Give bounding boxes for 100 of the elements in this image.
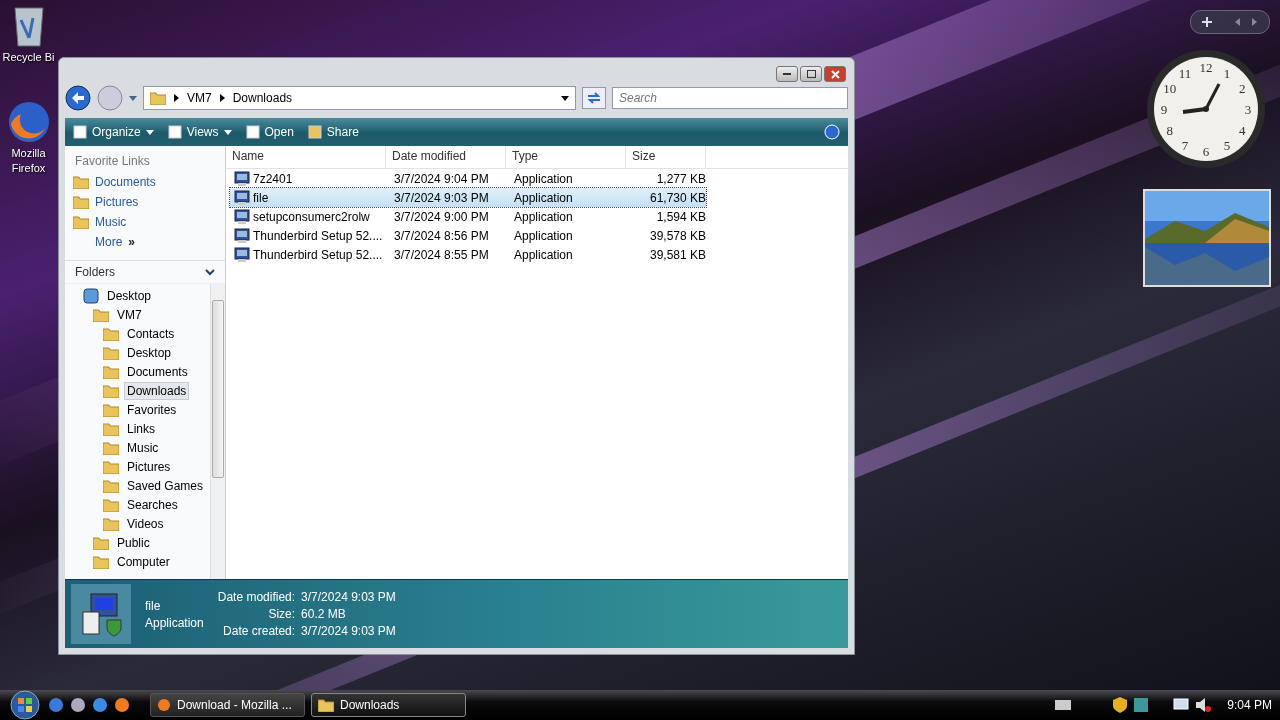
quick-launch-icon[interactable] <box>48 697 64 713</box>
clock-numeral: 9 <box>1160 102 1168 117</box>
folder-icon <box>93 535 109 550</box>
folder-icon <box>103 459 119 474</box>
tree-item[interactable]: Searches <box>124 495 181 514</box>
muted-speaker-icon[interactable] <box>1195 697 1212 713</box>
quick-launch-icon[interactable] <box>114 697 130 713</box>
folder-icon <box>103 516 119 531</box>
favorite-link[interactable]: Documents <box>65 172 225 192</box>
property-value: 3/7/2024 9:03 PM <box>301 624 396 638</box>
file-row[interactable]: file 3/7/2024 9:03 PM Application 61,730 KB <box>230 188 706 207</box>
tree-item[interactable]: Favorites <box>124 400 180 419</box>
taskbar-button[interactable]: Downloads <box>311 693 466 717</box>
command-icon <box>307 125 322 139</box>
tree-item[interactable]: Contacts <box>124 324 178 343</box>
file-row[interactable]: Thunderbird Setup 52.... 3/7/2024 8:55 PM Application 39,581 KB <box>230 245 706 264</box>
clock-numeral: 6 <box>1202 144 1210 159</box>
table-cell-text: Application <box>513 209 574 224</box>
column-header[interactable]: Date modified <box>386 146 506 168</box>
folder-icon <box>93 307 109 322</box>
application-icon <box>234 170 250 187</box>
application-icon <box>234 208 250 225</box>
tree-item[interactable]: Videos <box>124 514 167 533</box>
file-name: file <box>145 598 162 613</box>
folder-icon <box>103 326 119 341</box>
clock-numeral: 2 <box>1239 81 1246 96</box>
desktop-icon <box>83 287 99 304</box>
command-icon <box>73 125 87 139</box>
search-field[interactable]: Search <box>612 87 848 109</box>
scrollbar[interactable] <box>210 284 225 579</box>
clock-numeral: 4 <box>1239 123 1246 138</box>
toolbar-button[interactable]: Share <box>307 125 359 139</box>
table-cell-text: Application <box>513 171 574 186</box>
close-icon <box>830 69 840 79</box>
file-row[interactable]: 7z2401 3/7/2024 9:04 PM Application 1,277 KB <box>230 169 706 188</box>
address-bar[interactable]: VM7 Downloads <box>143 86 576 110</box>
breadcrumb[interactable]: VM7 <box>187 91 212 105</box>
forward-button[interactable] <box>97 85 123 111</box>
tree-item[interactable]: Links <box>124 419 158 438</box>
keyboard-icon[interactable] <box>1055 700 1072 710</box>
table-cell-text: 3/7/2024 9:03 PM <box>393 190 490 205</box>
refresh-button[interactable] <box>582 87 606 109</box>
toolbar-button[interactable]: Views <box>167 125 232 139</box>
folder-icon <box>103 497 119 512</box>
favorite-link[interactable]: Music <box>65 212 225 232</box>
start-button[interactable] <box>8 690 42 720</box>
application-icon <box>234 246 250 263</box>
folder-icon <box>103 364 119 379</box>
tree-item[interactable]: Documents <box>124 362 191 381</box>
tree-item[interactable]: Public <box>114 533 153 552</box>
more-link[interactable]: More » <box>65 232 225 252</box>
file-row[interactable]: setupconsumerc2rolw 3/7/2024 9:00 PM Application 1,594 KB <box>230 207 706 226</box>
column-header[interactable]: Name <box>226 146 386 168</box>
monitor-icon[interactable] <box>1173 697 1190 713</box>
browser-icon[interactable] <box>6 100 51 144</box>
caret-icon <box>561 95 569 101</box>
shield-icon[interactable] <box>1113 697 1128 713</box>
maximize-icon <box>806 70 816 78</box>
tree-item[interactable]: Saved Games <box>124 476 207 495</box>
application-icon <box>234 227 250 244</box>
table-cell-text: Application <box>513 190 574 205</box>
tree-item[interactable]: Computer <box>114 552 173 571</box>
toolbar-button[interactable]: Organize <box>73 125 154 139</box>
taskbar-button[interactable]: Download - Mozilla ... <box>150 693 305 717</box>
toolbar-button[interactable]: Open <box>245 125 294 139</box>
table-cell-text: 61,730 KB <box>648 190 707 205</box>
tree-item[interactable]: Pictures <box>124 457 174 476</box>
table-cell-text: 3/7/2024 8:55 PM <box>393 247 490 262</box>
folder-icon <box>73 175 89 189</box>
folder-icon <box>103 402 119 417</box>
property-value: 3/7/2024 9:03 PM <box>301 590 396 604</box>
plus-icon[interactable] <box>1202 17 1212 27</box>
application-icon <box>234 189 250 206</box>
minimize-icon <box>783 72 791 76</box>
file-row[interactable]: Thunderbird Setup 52.... 3/7/2024 8:56 PM Application 39,578 KB <box>230 226 706 245</box>
tree-item[interactable]: Desktop <box>124 343 175 362</box>
tree-item[interactable]: Music <box>124 438 162 457</box>
tree-item[interactable]: Downloads <box>124 381 190 400</box>
clock-numeral: 1 <box>1223 65 1231 81</box>
table-cell-text: 39,578 KB <box>648 228 707 243</box>
maximize-button[interactable] <box>800 66 822 82</box>
quick-launch-icon[interactable] <box>70 697 86 713</box>
favorite-link[interactable]: Pictures <box>65 192 225 212</box>
quick-launch-icon[interactable] <box>92 697 108 713</box>
breadcrumb[interactable]: Downloads <box>232 91 293 105</box>
column-header[interactable]: Type <box>506 146 626 168</box>
back-button[interactable] <box>65 85 91 111</box>
chevron-down-icon[interactable] <box>205 268 215 276</box>
minimize-button[interactable] <box>776 66 798 82</box>
column-header[interactable]: Size <box>626 146 706 168</box>
tree-item[interactable]: VM7 <box>114 305 145 324</box>
command-icon <box>245 125 260 139</box>
browser-icon <box>157 698 171 712</box>
section-title: Folders <box>74 265 116 279</box>
close-button[interactable] <box>824 66 846 82</box>
clock-numeral: 7 <box>1181 138 1189 154</box>
clock-numeral: 5 <box>1223 138 1231 154</box>
property-label: Date modified: <box>217 590 296 604</box>
tree-item[interactable]: Desktop <box>104 286 155 305</box>
arrows-icon[interactable] <box>1234 17 1258 27</box>
